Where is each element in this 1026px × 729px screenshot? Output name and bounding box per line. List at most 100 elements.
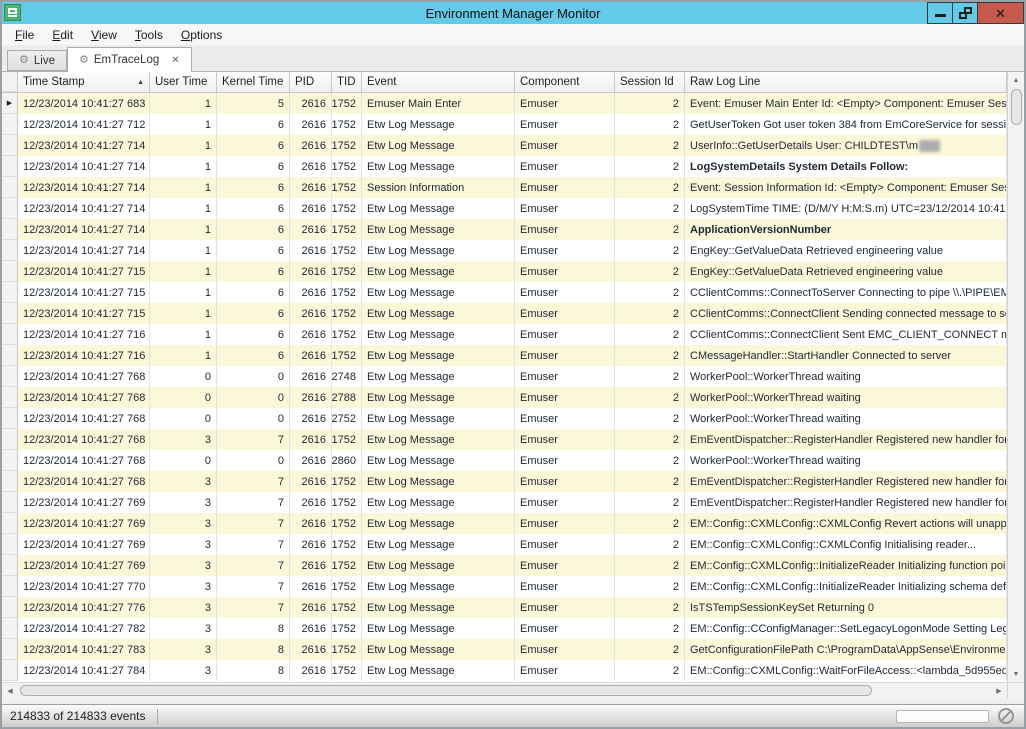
- table-row[interactable]: 12/23/2014 10:41:27 768 3 7 2616 1752 Et…: [2, 429, 1007, 450]
- menu-file[interactable]: File: [6, 26, 43, 44]
- scroll-down-icon[interactable]: ▼: [1008, 666, 1024, 682]
- close-button[interactable]: ✕: [978, 2, 1024, 24]
- column-header-session-id[interactable]: Session Id: [615, 72, 685, 92]
- column-header-raw-log-line[interactable]: Raw Log Line: [685, 72, 1007, 92]
- cell-component: Emuser: [515, 93, 615, 114]
- column-header-kernel-time[interactable]: Kernel Time: [217, 72, 290, 92]
- table-row[interactable]: 12/23/2014 10:41:27 782 3 8 2616 1752 Et…: [2, 618, 1007, 639]
- table-row[interactable]: 12/23/2014 10:41:27 714 1 6 2616 1752 Et…: [2, 240, 1007, 261]
- vertical-scrollbar-thumb[interactable]: [1011, 89, 1022, 125]
- table-row[interactable]: 12/23/2014 10:41:27 776 3 7 2616 1752 Et…: [2, 597, 1007, 618]
- row-selector-cell[interactable]: [2, 597, 18, 618]
- table-row[interactable]: 12/23/2014 10:41:27 716 1 6 2616 1752 Et…: [2, 345, 1007, 366]
- cell-session-id: 2: [615, 219, 685, 240]
- row-selector-cell[interactable]: [2, 618, 18, 639]
- table-row[interactable]: 12/23/2014 10:41:27 715 1 6 2616 1752 Et…: [2, 261, 1007, 282]
- row-selector-cell[interactable]: [2, 282, 18, 303]
- horizontal-scrollbar-thumb[interactable]: [20, 685, 872, 696]
- table-row[interactable]: 12/23/2014 10:41:27 714 1 6 2616 1752 Et…: [2, 219, 1007, 240]
- menu-tools[interactable]: Tools: [126, 26, 172, 44]
- cell-kernel-time: 0: [217, 387, 290, 408]
- table-row[interactable]: 12/23/2014 10:41:27 768 0 0 2616 2748 Et…: [2, 366, 1007, 387]
- table-row[interactable]: 12/23/2014 10:41:27 769 3 7 2616 1752 Et…: [2, 513, 1007, 534]
- row-selector-cell[interactable]: [2, 366, 18, 387]
- row-selector-cell[interactable]: [2, 660, 18, 681]
- column-header-time-stamp[interactable]: Time Stamp ▲: [18, 72, 150, 92]
- row-selector-cell[interactable]: [2, 429, 18, 450]
- table-row[interactable]: ▶ 12/23/2014 10:41:27 683 1 5 2616 1752 …: [2, 93, 1007, 114]
- row-selector-cell[interactable]: [2, 240, 18, 261]
- table-row[interactable]: 12/23/2014 10:41:27 768 0 0 2616 2752 Et…: [2, 408, 1007, 429]
- row-selector-cell[interactable]: [2, 387, 18, 408]
- menu-view[interactable]: View: [82, 26, 126, 44]
- table-row[interactable]: 12/23/2014 10:41:27 769 3 7 2616 1752 Et…: [2, 534, 1007, 555]
- menu-edit[interactable]: Edit: [43, 26, 82, 44]
- row-selector-cell[interactable]: [2, 492, 18, 513]
- cell-time-stamp: 12/23/2014 10:41:27 783: [18, 639, 150, 660]
- close-icon: ✕: [995, 7, 1006, 20]
- table-row[interactable]: 12/23/2014 10:41:27 714 1 6 2616 1752 Et…: [2, 135, 1007, 156]
- column-header-user-time[interactable]: User Time: [150, 72, 217, 92]
- table-row[interactable]: 12/23/2014 10:41:27 716 1 6 2616 1752 Et…: [2, 324, 1007, 345]
- table-row[interactable]: 12/23/2014 10:41:27 770 3 7 2616 1752 Et…: [2, 576, 1007, 597]
- table-row[interactable]: 12/23/2014 10:41:27 715 1 6 2616 1752 Et…: [2, 282, 1007, 303]
- table-row[interactable]: 12/23/2014 10:41:27 768 3 7 2616 1752 Et…: [2, 471, 1007, 492]
- table-row[interactable]: 12/23/2014 10:41:27 714 1 6 2616 1752 Et…: [2, 198, 1007, 219]
- row-selector-cell[interactable]: [2, 303, 18, 324]
- row-selector-cell[interactable]: [2, 639, 18, 660]
- tab-emtracelog[interactable]: ⚙ EmTraceLog ✕: [67, 47, 192, 72]
- cell-component: Emuser: [515, 513, 615, 534]
- cancel-icon[interactable]: [998, 708, 1014, 724]
- cell-event: Etw Log Message: [362, 303, 515, 324]
- table-row[interactable]: 12/23/2014 10:41:27 768 0 0 2616 2860 Et…: [2, 450, 1007, 471]
- cell-session-id: 2: [615, 471, 685, 492]
- table-row[interactable]: 12/23/2014 10:41:27 712 1 6 2616 1752 Et…: [2, 114, 1007, 135]
- row-selector-cell[interactable]: [2, 135, 18, 156]
- column-header-pid[interactable]: PID: [290, 72, 332, 92]
- column-header-tid[interactable]: TID: [332, 72, 362, 92]
- minimize-button[interactable]: [928, 2, 953, 24]
- cell-time-stamp: 12/23/2014 10:41:27 768: [18, 408, 150, 429]
- row-selector-cell[interactable]: [2, 555, 18, 576]
- cell-component: Emuser: [515, 156, 615, 177]
- scroll-right-icon[interactable]: ▶: [991, 687, 1007, 695]
- table-row[interactable]: 12/23/2014 10:41:27 784 3 8 2616 1752 Et…: [2, 660, 1007, 681]
- row-selector-cell[interactable]: [2, 471, 18, 492]
- row-selector-cell[interactable]: ▶: [2, 93, 18, 114]
- row-selector-cell[interactable]: [2, 576, 18, 597]
- tab-live[interactable]: ⚙ Live: [7, 50, 67, 71]
- row-selector-cell[interactable]: [2, 156, 18, 177]
- cell-kernel-time: 7: [217, 555, 290, 576]
- cell-raw-log-line: EM::Config::CXMLConfig::InitializeReader…: [685, 576, 1007, 597]
- row-selector-cell[interactable]: [2, 345, 18, 366]
- row-selector-cell[interactable]: [2, 261, 18, 282]
- row-selector-cell[interactable]: [2, 219, 18, 240]
- table-row[interactable]: 12/23/2014 10:41:27 714 1 6 2616 1752 Et…: [2, 156, 1007, 177]
- row-selector-cell[interactable]: [2, 114, 18, 135]
- scroll-left-icon[interactable]: ◀: [2, 687, 18, 695]
- cell-pid: 2616: [290, 639, 332, 660]
- table-row[interactable]: 12/23/2014 10:41:27 715 1 6 2616 1752 Et…: [2, 303, 1007, 324]
- row-selector-cell[interactable]: [2, 534, 18, 555]
- menu-options[interactable]: Options: [172, 26, 231, 44]
- row-selector-cell[interactable]: [2, 324, 18, 345]
- table-row[interactable]: 12/23/2014 10:41:27 769 3 7 2616 1752 Et…: [2, 555, 1007, 576]
- tab-close-icon[interactable]: ✕: [171, 55, 179, 66]
- table-row[interactable]: 12/23/2014 10:41:27 768 0 0 2616 2788 Et…: [2, 387, 1007, 408]
- row-selector-cell[interactable]: [2, 177, 18, 198]
- column-header-component[interactable]: Component: [515, 72, 615, 92]
- row-selector-cell[interactable]: [2, 408, 18, 429]
- vertical-scrollbar[interactable]: ▲ ▼: [1007, 72, 1024, 682]
- cell-session-id: 2: [615, 534, 685, 555]
- table-row[interactable]: 12/23/2014 10:41:27 714 1 6 2616 1752 Se…: [2, 177, 1007, 198]
- maximize-button[interactable]: [953, 2, 978, 24]
- row-selector-cell[interactable]: [2, 198, 18, 219]
- row-selector-cell[interactable]: [2, 513, 18, 534]
- table-row[interactable]: 12/23/2014 10:41:27 769 3 7 2616 1752 Et…: [2, 492, 1007, 513]
- scroll-up-icon[interactable]: ▲: [1008, 72, 1024, 88]
- table-row[interactable]: 12/23/2014 10:41:27 783 3 8 2616 1752 Et…: [2, 639, 1007, 660]
- cell-time-stamp: 12/23/2014 10:41:27 769: [18, 513, 150, 534]
- cell-user-time: 1: [150, 345, 217, 366]
- column-header-event[interactable]: Event: [362, 72, 515, 92]
- row-selector-cell[interactable]: [2, 450, 18, 471]
